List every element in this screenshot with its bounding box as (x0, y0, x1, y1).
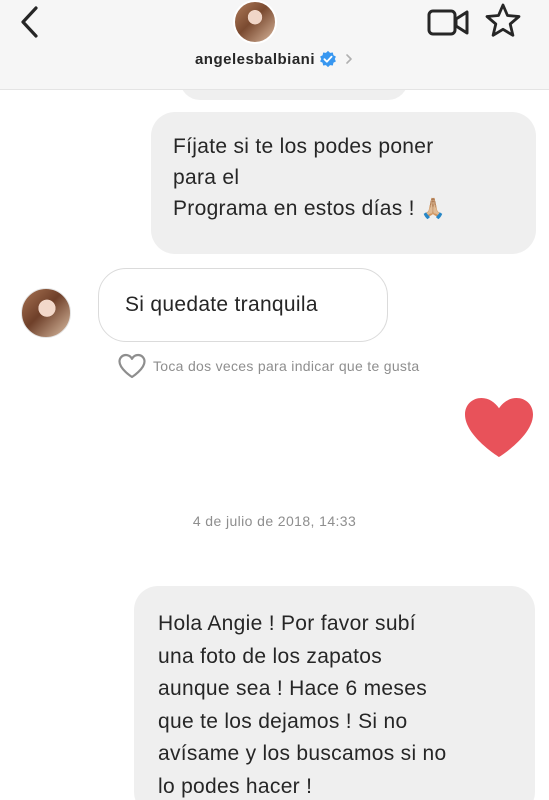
message-line-with-emoji: Programa en estos días ! 🙏🏼 (173, 193, 514, 225)
like-hint-text: Toca dos veces para indicar que te gusta (153, 358, 420, 374)
message-line: una foto de los zapatos (158, 644, 383, 668)
chevron-right-icon (346, 54, 352, 64)
message-line: Fíjate si te los podes poner (173, 135, 434, 158)
star-icon (485, 3, 521, 37)
message-bubble-outgoing[interactable]: Fíjate si te los podes poner para el Pro… (151, 112, 536, 254)
dm-thread-screen: angelesbalbiani Fíjate si te los podes p… (0, 0, 549, 800)
message-bubble-outgoing[interactable]: Hola Angie ! Por favor subí una foto de … (134, 586, 535, 800)
praying-hands-emoji: 🙏🏼 (420, 197, 447, 220)
message-timestamp: 4 de julio de 2018, 14:33 (192, 513, 357, 529)
sender-avatar[interactable] (21, 288, 71, 338)
message-line: avísame y los buscamos si no (158, 742, 447, 765)
message-line: aunque sea ! Hace 6 meses (158, 677, 427, 700)
heart-outline-icon (118, 353, 146, 379)
message-line: que te los dejamos ! Si no (158, 709, 408, 733)
header-title: angelesbalbiani (0, 50, 549, 68)
chat-header: angelesbalbiani (0, 0, 549, 90)
video-call-button[interactable] (427, 6, 471, 38)
favorite-button[interactable] (484, 2, 522, 40)
verified-badge-icon (320, 50, 336, 68)
message-line: Si quedate tranquila (125, 293, 318, 316)
profile-link[interactable]: angelesbalbiani (195, 50, 354, 68)
message-line-text: Programa en estos días ! (173, 197, 415, 220)
username-label: angelesbalbiani (194, 50, 316, 68)
back-button[interactable] (14, 2, 50, 42)
header-avatar[interactable] (233, 0, 277, 44)
double-tap-like-hint[interactable]: Toca dos veces para indicar que te gusta (117, 352, 420, 380)
message-bubble-incoming[interactable]: Si quedate tranquila (98, 268, 388, 342)
chevron-left-icon (21, 6, 38, 38)
video-camera-icon (427, 9, 469, 36)
message-line: lo podes hacer ! (158, 774, 313, 798)
heart-message[interactable] (463, 396, 535, 460)
message-line: para el (173, 166, 240, 189)
message-line: Hola Angie ! Por favor subí (158, 612, 416, 635)
heart-icon (465, 398, 533, 457)
